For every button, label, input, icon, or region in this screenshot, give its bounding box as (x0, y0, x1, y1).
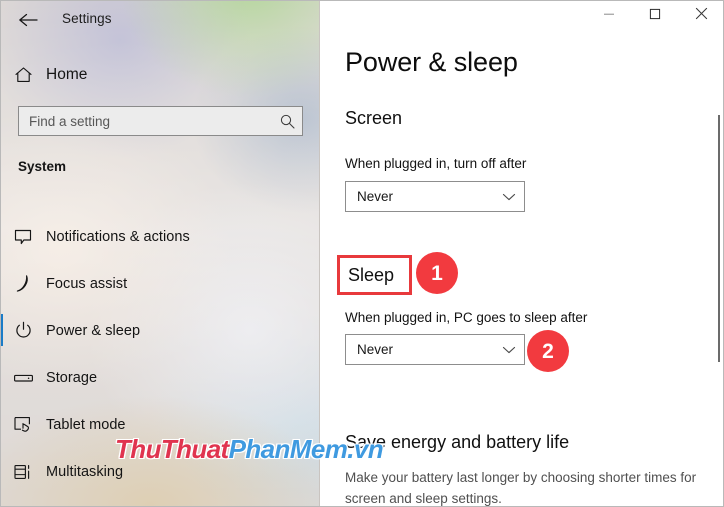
sidebar-item-notifications-label: Notifications & actions (46, 228, 190, 245)
minimize-button[interactable] (586, 0, 632, 32)
settings-window: Settings Home System (0, 0, 724, 507)
sidebar-item-home[interactable]: Home (0, 60, 300, 90)
sidebar-item-storage-label: Storage (46, 369, 98, 386)
sidebar-item-focus-assist-label: Focus assist (46, 275, 128, 292)
storage-drive-icon (0, 372, 46, 384)
sidebar-item-notifications[interactable]: Notifications & actions (0, 213, 310, 260)
chevron-down-icon (494, 182, 524, 211)
search-input[interactable] (19, 113, 272, 129)
sidebar-item-multitasking[interactable]: Multitasking (0, 448, 310, 495)
multitasking-panes-icon (0, 463, 46, 481)
back-button[interactable] (6, 2, 50, 38)
selection-accent-bar (0, 408, 3, 440)
main-content: Power & sleep Screen When plugged in, tu… (320, 0, 724, 507)
save-energy-heading: Save energy and battery life (345, 432, 570, 452)
sleep-heading-highlight: Sleep (337, 255, 412, 295)
close-icon (695, 7, 708, 25)
sleep-section-heading: Sleep (348, 265, 395, 285)
maximize-icon (649, 7, 661, 25)
sidebar-nav-list: Notifications & actions Focus assist Pow… (0, 213, 310, 495)
sleep-after-dropdown-value: Never (357, 342, 394, 357)
sidebar-item-power-sleep[interactable]: Power & sleep (0, 307, 310, 354)
callout-badge-2: 2 (527, 330, 569, 372)
selection-accent-bar (0, 361, 3, 393)
sidebar-section-heading: System (18, 159, 67, 174)
screen-turnoff-dropdown-value: Never (357, 189, 394, 204)
window-controls (586, 0, 724, 32)
sidebar-item-home-label: Home (46, 66, 88, 83)
sidebar-item-focus-assist[interactable]: Focus assist (0, 260, 310, 307)
search-icon[interactable] (272, 107, 302, 135)
callout-badge-1: 1 (416, 252, 458, 294)
sleep-after-label: When plugged in, PC goes to sleep after (345, 310, 588, 325)
page-title: Power & sleep (345, 47, 518, 77)
back-arrow-icon (18, 12, 38, 28)
chevron-down-icon (494, 335, 524, 364)
power-icon (0, 321, 46, 340)
content-scrollbar-thumb[interactable] (718, 115, 720, 362)
search-box[interactable] (18, 106, 303, 136)
moon-icon (0, 274, 46, 293)
close-button[interactable] (678, 0, 724, 32)
sidebar-item-tablet-mode[interactable]: Tablet mode (0, 401, 310, 448)
selection-accent-bar (0, 314, 3, 346)
tablet-hand-icon (0, 415, 46, 434)
sleep-after-dropdown[interactable]: Never (345, 334, 525, 365)
home-icon (0, 66, 46, 84)
sidebar-item-storage[interactable]: Storage (0, 354, 310, 401)
sidebar-item-multitasking-label: Multitasking (46, 463, 124, 480)
window-title: Settings (62, 11, 112, 26)
maximize-button[interactable] (632, 0, 678, 32)
notification-bubble-icon (0, 228, 46, 246)
screen-turnoff-label: When plugged in, turn off after (345, 156, 527, 171)
save-energy-description: Make your battery last longer by choosin… (345, 470, 697, 506)
screen-section-heading: Screen (345, 108, 403, 128)
minimize-icon (603, 7, 615, 25)
selection-accent-bar (0, 455, 3, 487)
sidebar-item-tablet-mode-label: Tablet mode (46, 416, 126, 433)
sidebar: Settings Home System (0, 0, 320, 507)
selection-accent-bar (0, 267, 3, 299)
screen-turnoff-dropdown[interactable]: Never (345, 181, 525, 212)
selection-accent-bar (0, 220, 3, 252)
sidebar-item-power-sleep-label: Power & sleep (46, 322, 141, 339)
titlebar-left: Settings (0, 0, 320, 40)
